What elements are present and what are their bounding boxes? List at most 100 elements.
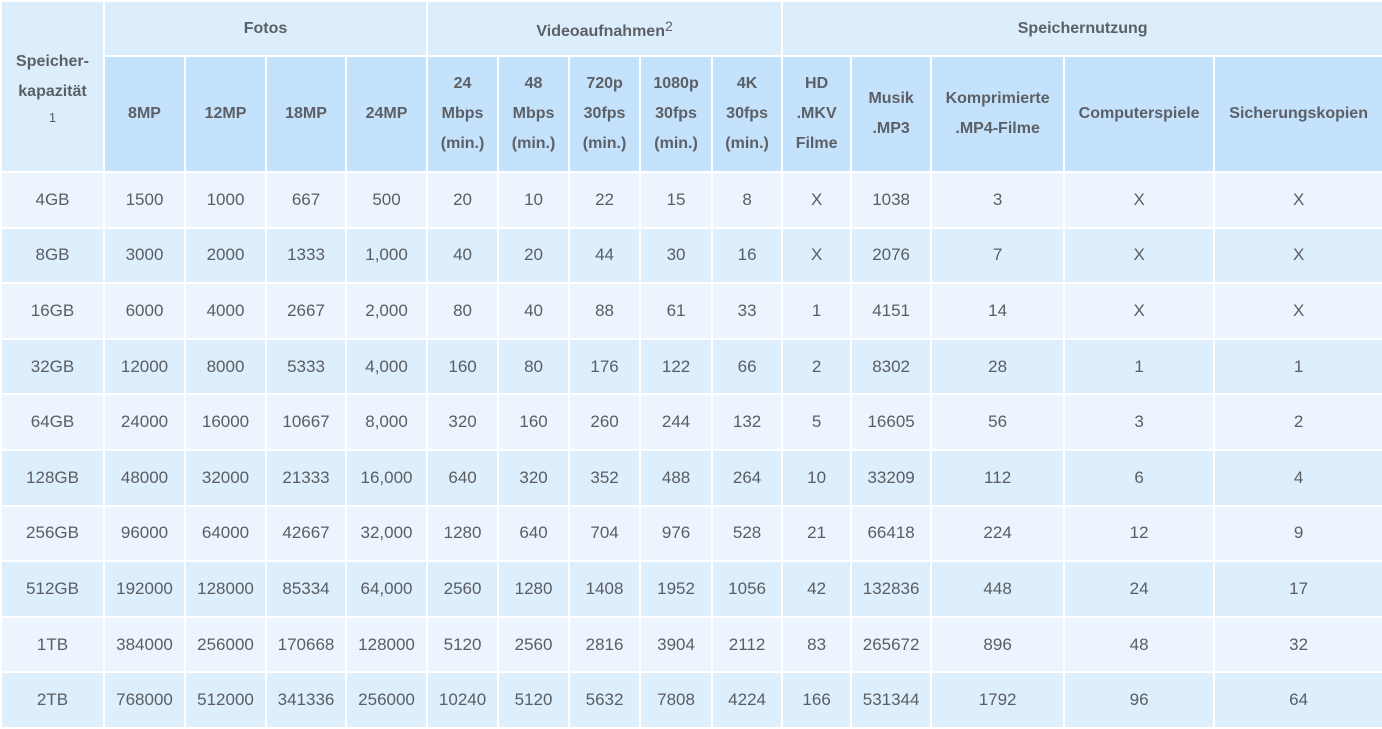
table-cell: 320 <box>497 448 571 507</box>
table-cell: 16605 <box>850 393 933 451</box>
capacity-footnote: 1 <box>48 109 57 125</box>
table-row: 512GB 192000 128000 85334 64,000 2560 1280 1408… <box>0 560 1382 618</box>
table-cell: 500 <box>344 171 429 229</box>
table-cell: 1,000 <box>344 226 429 285</box>
table-cell: 1333 <box>265 226 347 285</box>
table-cell: 32 <box>1213 615 1382 674</box>
table-cell: 132 <box>711 393 784 451</box>
table-cell: 256000 <box>184 615 267 674</box>
table-cell: 64 <box>1213 671 1382 729</box>
table-cell: 5 <box>781 393 853 451</box>
table-cell: 28 <box>930 337 1066 396</box>
table-cell: 24000 <box>103 393 186 451</box>
table-cell: 44 <box>568 226 642 285</box>
table-row: 8GB 3000 2000 1333 1,000 40 20 44 30 16 X 2076 7 X X <box>0 226 1382 285</box>
capacity-cell: 2TB <box>0 671 105 729</box>
table-cell: 166 <box>781 671 853 729</box>
table-cell: 4000 <box>184 282 267 340</box>
table-cell: 83 <box>781 615 853 674</box>
capacity-cell: 512GB <box>0 560 105 618</box>
table-cell: 96000 <box>103 504 186 563</box>
table-row: 256GB 96000 64000 42667 32,000 1280 640 704 976 5… <box>0 504 1382 563</box>
table-cell: 341336 <box>265 671 347 729</box>
table-cell: 5632 <box>568 671 642 729</box>
capacity-header: Speicher-kapazität 1 <box>0 0 105 173</box>
table-cell: 122 <box>639 337 714 396</box>
table-cell: 768000 <box>103 671 186 729</box>
capacity-cell: 16GB <box>0 282 105 340</box>
table-row: 2TB 768000 512000 341336 256000 10240 5120 5632… <box>0 671 1382 729</box>
table-cell: 2560 <box>426 560 500 618</box>
table-cell: 4224 <box>711 671 784 729</box>
table-cell: 640 <box>426 448 500 507</box>
table-cell: 640 <box>497 504 571 563</box>
table-cell: 1 <box>781 282 853 340</box>
table-cell: 8,000 <box>344 393 429 451</box>
table-cell: 6 <box>1063 448 1216 507</box>
column-header: Computerspiele <box>1063 55 1216 173</box>
table-cell: 3904 <box>639 615 714 674</box>
table-cell: 531344 <box>850 671 933 729</box>
table-cell: 170668 <box>265 615 347 674</box>
table-cell: 48 <box>1063 615 1216 674</box>
table-cell: 1 <box>1063 337 1216 396</box>
table-cell: 96 <box>1063 671 1216 729</box>
capacity-cell: 32GB <box>0 337 105 396</box>
table-cell: 2 <box>781 337 853 396</box>
table-cell: 3 <box>1063 393 1216 451</box>
capacity-cell: 64GB <box>0 393 105 451</box>
table-cell: 1000 <box>184 171 267 229</box>
table-cell: 85334 <box>265 560 347 618</box>
table-cell: 1 <box>1213 337 1382 396</box>
column-header: 4K 30fps (min.) <box>711 55 784 173</box>
table-cell: 40 <box>497 282 571 340</box>
table-cell: 3000 <box>103 226 186 285</box>
table-cell: X <box>781 171 853 229</box>
column-header: Komprimierte .MP4-Filme <box>930 55 1066 173</box>
storage-capacity-table: Speicher-kapazität 1 Fotos Videoaufnahme… <box>0 0 1382 729</box>
table-cell: X <box>1063 171 1216 229</box>
table-cell: X <box>1063 282 1216 340</box>
table-row: 4GB 1500 1000 667 500 20 10 22 15 8 X 1038 3 X X <box>0 171 1382 229</box>
table-cell: 244 <box>639 393 714 451</box>
table-cell: 9 <box>1213 504 1382 563</box>
table-cell: 66418 <box>850 504 933 563</box>
table-cell: 224 <box>930 504 1066 563</box>
table-cell: 10 <box>497 171 571 229</box>
table-cell: 15 <box>639 171 714 229</box>
table-cell: 33209 <box>850 448 933 507</box>
table-cell: 80 <box>497 337 571 396</box>
table-cell: 1500 <box>103 171 186 229</box>
table-cell: 40 <box>426 226 500 285</box>
table-cell: 12 <box>1063 504 1216 563</box>
table-cell: X <box>1213 282 1382 340</box>
table-cell: 7808 <box>639 671 714 729</box>
table-cell: 14 <box>930 282 1066 340</box>
table-cell: 64,000 <box>344 560 429 618</box>
table-cell: 264 <box>711 448 784 507</box>
table-cell: 2000 <box>184 226 267 285</box>
table-cell: 4151 <box>850 282 933 340</box>
column-header: 24 Mbps (min.) <box>426 55 500 173</box>
table-cell: 30 <box>639 226 714 285</box>
table-cell: 704 <box>568 504 642 563</box>
column-header: 1080p 30fps (min.) <box>639 55 714 173</box>
table-cell: X <box>1063 226 1216 285</box>
table-cell: 7 <box>930 226 1066 285</box>
group-header-video-label: Videoaufnahmen <box>536 22 665 40</box>
table-row: 64GB 24000 16000 10667 8,000 320 160 260 244 132 5… <box>0 393 1382 451</box>
column-header: 12MP <box>184 55 267 173</box>
table-cell: 33 <box>711 282 784 340</box>
table-cell: 8 <box>711 171 784 229</box>
column-header: Musik .MP3 <box>850 55 933 173</box>
table-cell: 1792 <box>930 671 1066 729</box>
table-cell: 80 <box>426 282 500 340</box>
table-cell: 10 <box>781 448 853 507</box>
table-cell: 2560 <box>497 615 571 674</box>
table-cell: 42667 <box>265 504 347 563</box>
table-cell: 448 <box>930 560 1066 618</box>
table-cell: 320 <box>426 393 500 451</box>
table-cell: 1408 <box>568 560 642 618</box>
table-cell: 192000 <box>103 560 186 618</box>
table-cell: 16 <box>711 226 784 285</box>
